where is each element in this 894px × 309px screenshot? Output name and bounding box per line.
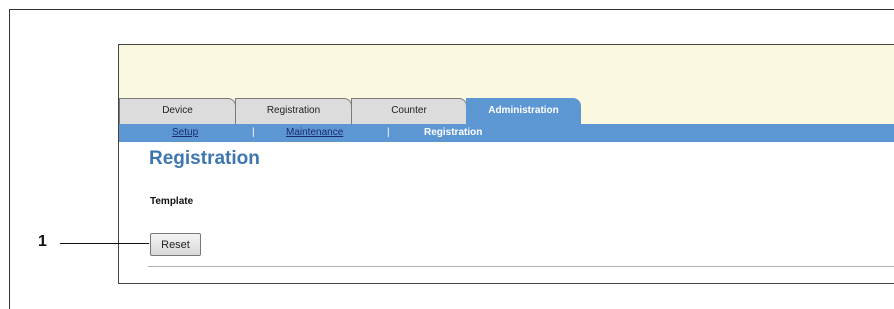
subnav-link-setup[interactable]: Setup: [172, 124, 198, 142]
sub-navigation: Setup | Maintenance | Registration: [119, 124, 894, 142]
tab-registration[interactable]: Registration: [235, 98, 352, 124]
browser-page: Device Registration Counter Administrati…: [118, 44, 894, 284]
tab-device[interactable]: Device: [119, 98, 236, 124]
subnav-separator: |: [387, 127, 390, 138]
subnav-separator: |: [252, 127, 255, 138]
callout-number: 1: [38, 233, 47, 250]
tab-counter[interactable]: Counter: [351, 98, 467, 124]
subnav-current-registration: Registration: [424, 127, 483, 138]
reset-button[interactable]: Reset: [150, 233, 201, 256]
page-title: Registration: [149, 148, 260, 169]
template-section-label: Template: [150, 196, 194, 207]
section-divider: [148, 266, 894, 267]
tab-administration[interactable]: Administration: [466, 98, 581, 125]
callout-leader-line: [60, 243, 149, 244]
subnav-link-maintenance[interactable]: Maintenance: [286, 124, 343, 142]
